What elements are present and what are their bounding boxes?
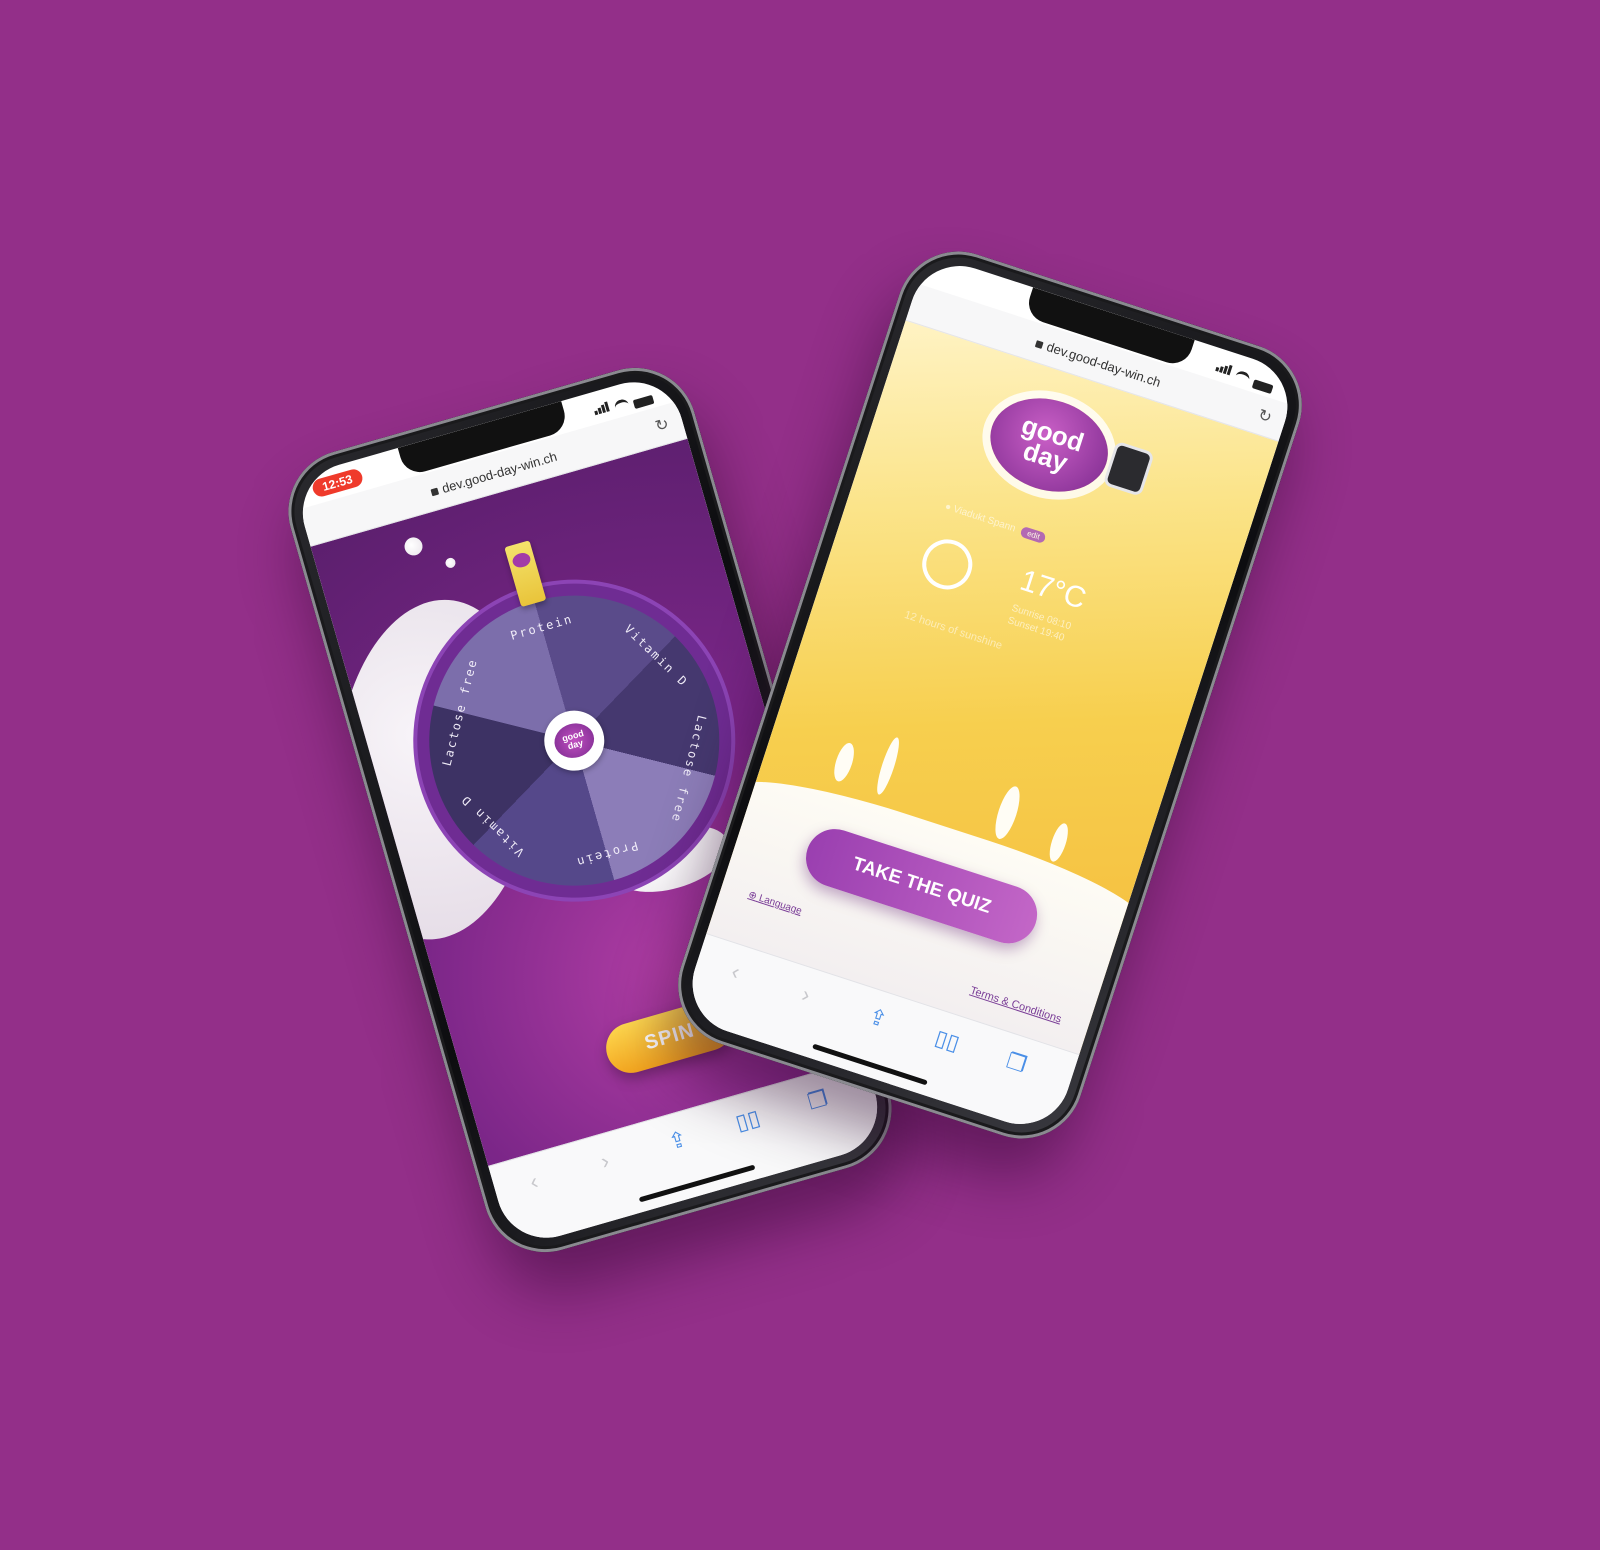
bookmarks-icon[interactable]: ▯▯ — [932, 1025, 963, 1057]
battery-icon — [1251, 379, 1274, 395]
milk-drop — [830, 740, 858, 784]
weather-quiz-page: good day ● Viadukt Spann edit 17°C Sunri… — [706, 319, 1279, 1056]
reload-icon[interactable]: ↻ — [653, 414, 671, 437]
tabs-icon[interactable]: ❐ — [805, 1085, 831, 1115]
milk-drop — [873, 735, 904, 797]
wifi-icon — [613, 397, 631, 415]
back-icon[interactable]: ‹ — [527, 1168, 541, 1195]
edit-location-button[interactable]: edit — [1019, 526, 1048, 545]
location-pin-icon: ● — [943, 501, 953, 514]
location-row: ● Viadukt Spann edit — [943, 501, 1048, 545]
good-day-logo: good day — [550, 718, 599, 763]
sun-icon — [915, 532, 979, 596]
smartwatch-image — [1102, 440, 1155, 497]
share-icon[interactable]: ⇪ — [865, 1003, 890, 1033]
forward-icon[interactable]: › — [598, 1148, 612, 1175]
lock-icon — [429, 487, 439, 496]
home-indicator — [812, 1043, 928, 1086]
share-icon[interactable]: ⇪ — [665, 1126, 690, 1156]
good-day-logo: good day — [978, 383, 1121, 507]
sunshine-hours: 12 hours of sunshine — [902, 608, 1004, 652]
bookmarks-icon[interactable]: ▯▯ — [733, 1105, 763, 1137]
signal-icon — [592, 398, 612, 420]
milk-drop — [444, 556, 457, 570]
milk-drop — [990, 783, 1025, 842]
milk-drop — [1045, 821, 1072, 864]
reload-icon[interactable]: ↻ — [1255, 405, 1274, 428]
location-label: Viadukt Spann — [951, 503, 1017, 535]
home-indicator — [638, 1164, 756, 1203]
wifi-icon — [1233, 369, 1251, 387]
signal-icon — [1214, 358, 1235, 380]
globe-icon: ⊕ — [746, 889, 759, 903]
forward-icon[interactable]: › — [799, 981, 814, 1008]
phone-right-screen: dev.good-day-win.ch ↻ good day ● Viadukt… — [679, 253, 1301, 1137]
battery-icon — [632, 394, 655, 410]
lock-icon — [1034, 339, 1044, 349]
back-icon[interactable]: ‹ — [728, 958, 743, 985]
milk-drop — [402, 535, 425, 558]
tabs-icon[interactable]: ❐ — [1003, 1048, 1029, 1079]
